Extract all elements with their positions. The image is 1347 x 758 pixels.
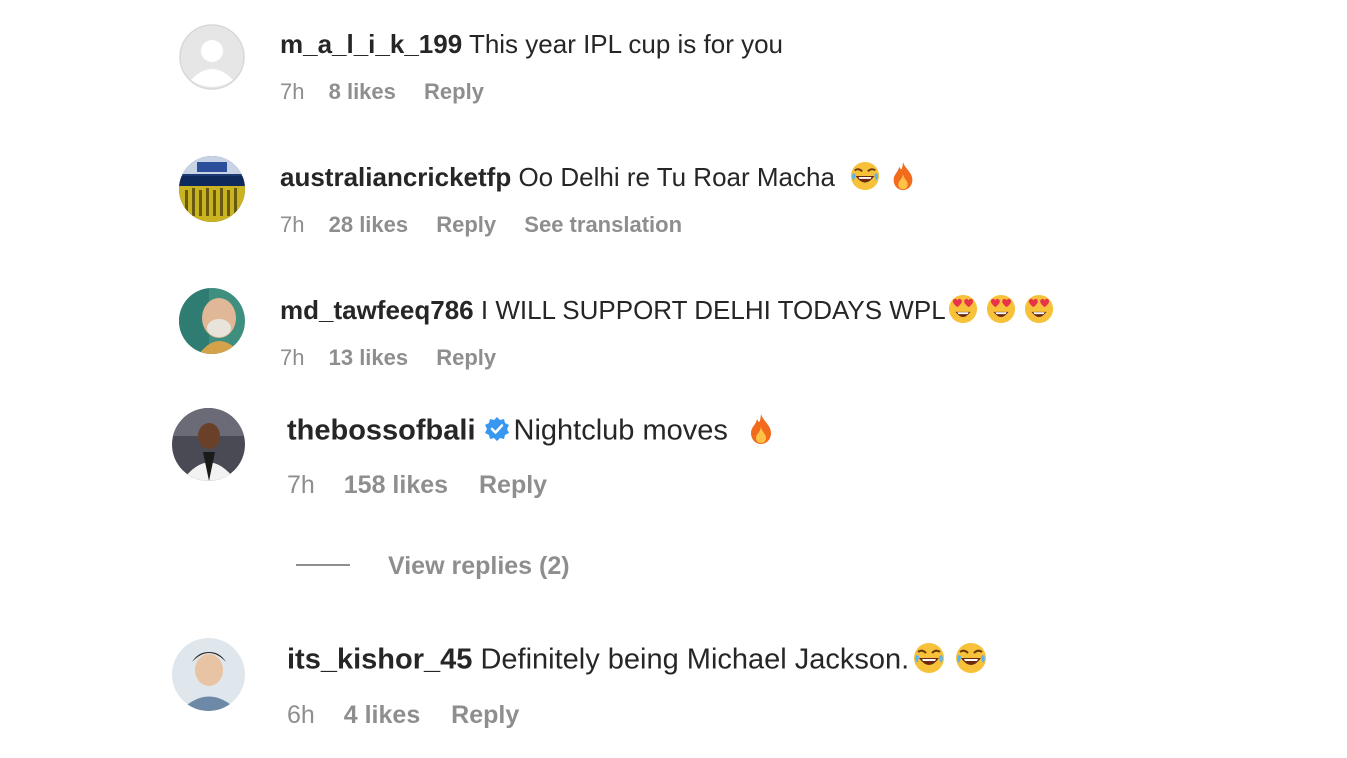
comment-likes[interactable]: 28 likes: [329, 214, 409, 236]
profile-photo-icon: [172, 638, 245, 711]
comment-username[interactable]: m_a_l_i_k_199: [280, 29, 462, 59]
comment-likes[interactable]: 8 likes: [329, 81, 396, 103]
profile-photo-icon: [179, 288, 245, 354]
reply-button[interactable]: Reply: [436, 214, 496, 236]
comment-username[interactable]: its_kishor_45: [287, 644, 472, 676]
fire-emoji-icon: [748, 413, 774, 445]
avatar[interactable]: [179, 156, 245, 222]
laughing-emoji-icon: [913, 642, 945, 674]
heart-eyes-emoji-icon: [986, 294, 1016, 324]
profile-photo-icon: [172, 408, 245, 481]
comment-text: Oo Delhi re Tu Roar Macha: [518, 162, 835, 192]
heart-eyes-emoji-icon: [1024, 294, 1054, 324]
comment-username[interactable]: australiancricketfp: [280, 162, 511, 192]
avatar[interactable]: [179, 24, 245, 90]
heart-eyes-emoji-icon: [948, 294, 978, 324]
verified-badge-icon: [484, 417, 509, 441]
view-replies-label[interactable]: View replies (2): [388, 552, 570, 580]
avatar[interactable]: [172, 408, 245, 481]
comment-likes[interactable]: 4 likes: [344, 703, 420, 728]
comment-likes[interactable]: 158 likes: [344, 473, 448, 498]
reply-button[interactable]: Reply: [451, 703, 519, 728]
comment-time[interactable]: 7h: [280, 214, 304, 236]
comment-text: I WILL SUPPORT DELHI TODAYS WPL: [480, 295, 946, 325]
see-translation-link[interactable]: See translation: [524, 214, 682, 236]
laughing-emoji-icon: [955, 642, 987, 674]
comment-time[interactable]: 6h: [287, 703, 315, 728]
comment-text: Nightclub moves: [513, 414, 728, 447]
comment-text: Definitely being Michael Jackson.: [480, 643, 910, 676]
comment-time[interactable]: 7h: [280, 81, 304, 103]
comment-time[interactable]: 7h: [280, 347, 304, 369]
profile-photo-icon: [179, 156, 245, 222]
avatar[interactable]: [179, 288, 245, 354]
fire-emoji-icon: [891, 161, 915, 191]
view-replies-button[interactable]: View replies (2): [296, 552, 570, 581]
avatar[interactable]: [172, 638, 245, 711]
comment-text: This year IPL cup is for you: [468, 29, 783, 59]
comment-time[interactable]: 7h: [287, 473, 315, 498]
default-avatar-icon: [179, 24, 245, 90]
divider-line: [296, 564, 350, 567]
reply-button[interactable]: Reply: [479, 473, 547, 498]
comment-username[interactable]: md_tawfeeq786: [280, 295, 474, 325]
reply-button[interactable]: Reply: [424, 81, 484, 103]
comment-username[interactable]: thebossofbali: [287, 415, 476, 447]
comment-likes[interactable]: 13 likes: [329, 347, 409, 369]
reply-button[interactable]: Reply: [436, 347, 496, 369]
laughing-emoji-icon: [850, 161, 880, 191]
